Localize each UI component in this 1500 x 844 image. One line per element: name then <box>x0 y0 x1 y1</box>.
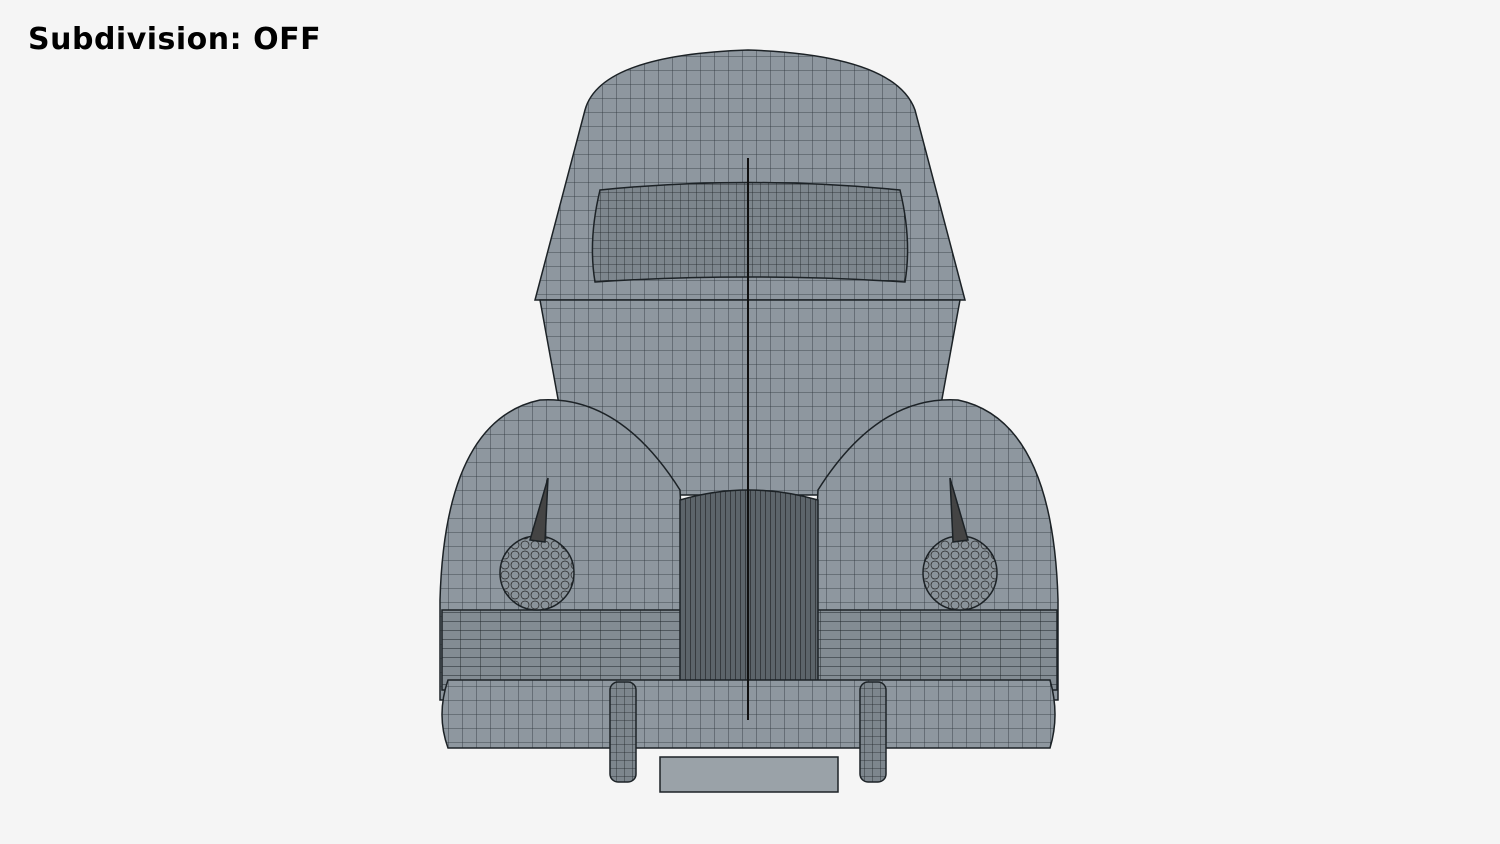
car-right-bumper-guard <box>859 681 887 783</box>
car-wireframe-render <box>439 49 1059 793</box>
car-license-plate <box>659 756 839 793</box>
car-windshield <box>591 181 909 283</box>
car-right-grille-panel <box>811 609 1058 691</box>
car-left-headlight <box>499 535 575 611</box>
car-left-bumper-guard <box>609 681 637 783</box>
car-right-headlight <box>922 535 998 611</box>
car-left-grille-panel <box>441 609 688 691</box>
